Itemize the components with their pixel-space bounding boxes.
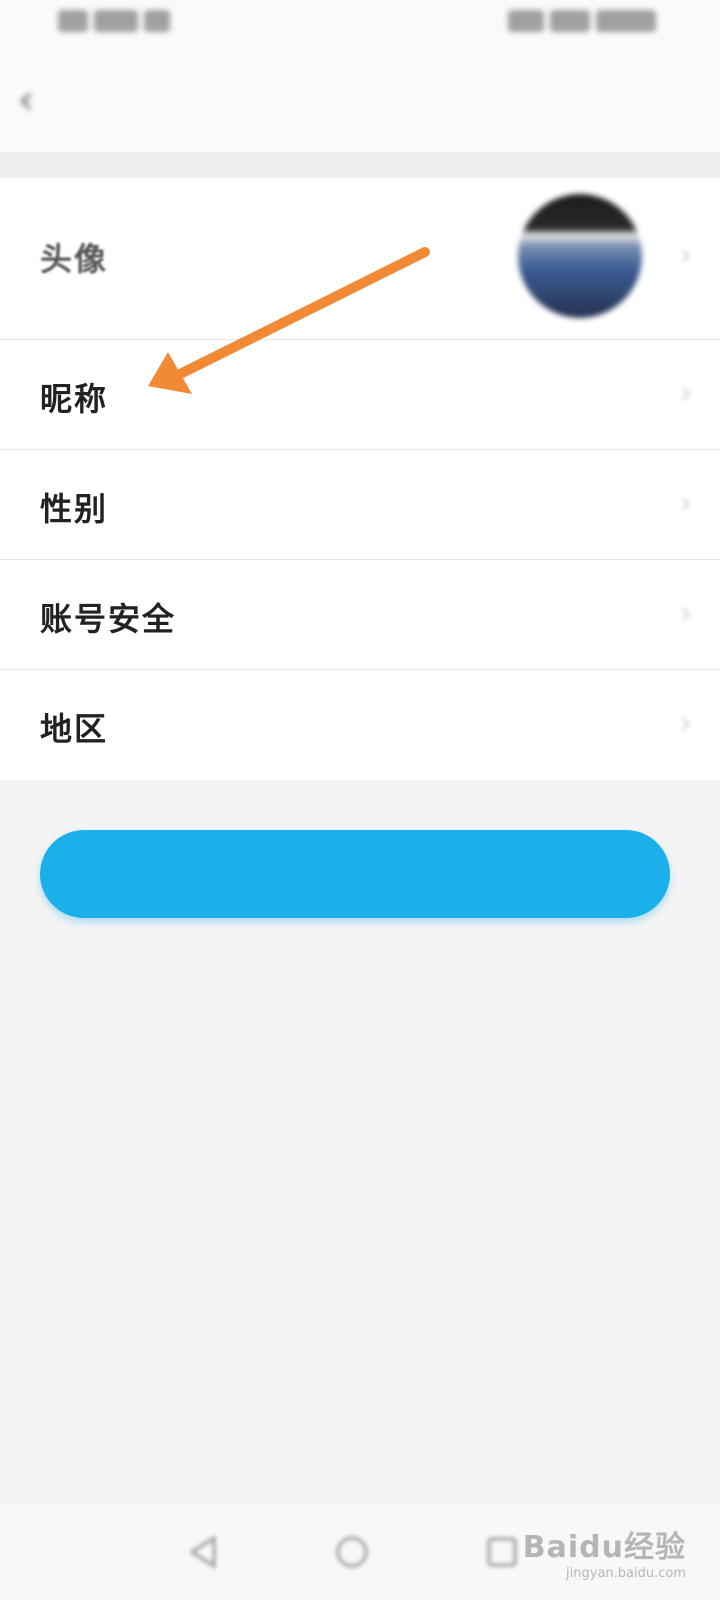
gender-label: 性别 (40, 490, 109, 528)
primary-button[interactable] (40, 830, 670, 918)
status-right (508, 10, 656, 32)
nav-home-icon[interactable] (334, 1534, 370, 1570)
status-bar (0, 0, 720, 52)
account-security-label: 账号安全 (40, 600, 177, 638)
chevron-right-icon: › (680, 376, 692, 411)
watermark-brand: Baidu经验 (522, 1530, 686, 1565)
avatar (518, 194, 642, 318)
profile-list: 头像 › 昵称 › 性别 › 账号安全 › 地区 › (0, 178, 720, 780)
chevron-right-icon: › (680, 238, 692, 273)
header: ‹ (0, 52, 720, 152)
status-left (58, 10, 170, 32)
chevron-right-icon: › (680, 706, 692, 741)
region-row[interactable]: 地区 › (0, 670, 720, 780)
watermark-url: jingyan.baidu.com (566, 1566, 686, 1581)
chevron-right-icon: › (680, 596, 692, 631)
avatar-row[interactable]: 头像 › (0, 178, 720, 340)
nav-back-icon[interactable] (186, 1534, 222, 1570)
region-label: 地区 (40, 710, 109, 748)
account-security-row[interactable]: 账号安全 › (0, 560, 720, 670)
gender-row[interactable]: 性别 › (0, 450, 720, 560)
back-chevron-icon[interactable]: ‹ (18, 80, 34, 120)
nickname-row[interactable]: 昵称 › (0, 340, 720, 450)
nav-recent-icon[interactable] (484, 1534, 520, 1570)
nickname-label: 昵称 (40, 380, 109, 418)
section-gap (0, 152, 720, 178)
chevron-right-icon: › (680, 486, 692, 521)
watermark: Baidu经验 jingyan.baidu.com (523, 1522, 686, 1581)
avatar-label: 头像 (40, 240, 109, 278)
